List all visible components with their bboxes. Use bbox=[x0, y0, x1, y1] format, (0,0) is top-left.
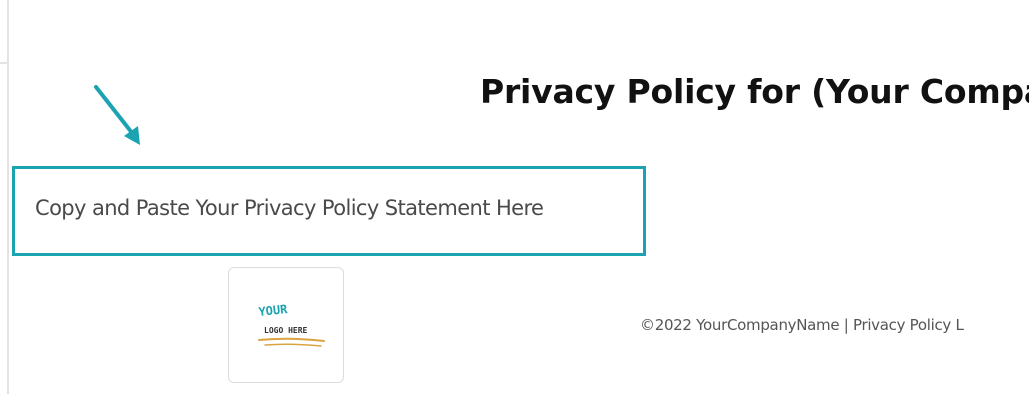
page-left-border bbox=[7, 0, 9, 394]
logo-placeholder-image: YOUR LOGO HERE bbox=[258, 302, 325, 347]
page-title: Privacy Policy for (Your Compa bbox=[480, 72, 1029, 111]
logo-card[interactable]: YOUR LOGO HERE bbox=[228, 267, 344, 383]
page-left-border-notch bbox=[0, 62, 7, 64]
arrow-icon bbox=[94, 85, 140, 145]
footer-copyright: ©2022 YourCompanyName | Privacy Policy L bbox=[640, 316, 964, 334]
logo-line2: LOGO HERE bbox=[264, 326, 308, 335]
privacy-statement-box[interactable]: Copy and Paste Your Privacy Policy State… bbox=[12, 166, 646, 256]
logo-underline-2 bbox=[264, 343, 322, 347]
privacy-statement-text: Copy and Paste Your Privacy Policy State… bbox=[35, 196, 544, 220]
logo-line1: YOUR bbox=[258, 302, 289, 319]
logo-underline bbox=[258, 337, 325, 342]
